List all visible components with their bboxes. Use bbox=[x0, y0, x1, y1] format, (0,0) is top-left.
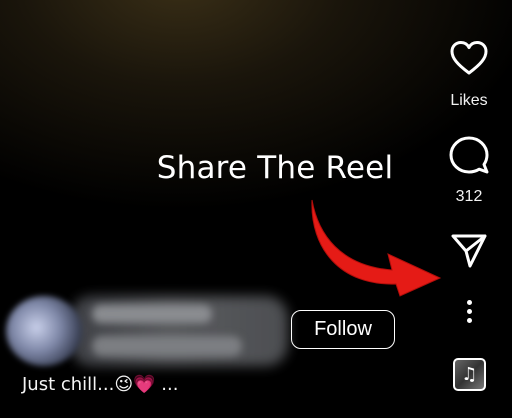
comment-icon bbox=[449, 136, 489, 174]
send-icon bbox=[451, 234, 487, 268]
username-blurred[interactable] bbox=[92, 305, 212, 323]
music-note-icon: ♫ bbox=[461, 364, 478, 385]
music-track-thumbnail[interactable]: ♫ bbox=[453, 358, 486, 391]
heart-icon bbox=[450, 41, 488, 75]
comment-button[interactable] bbox=[448, 134, 490, 176]
like-button[interactable] bbox=[448, 38, 490, 78]
likes-label: Likes bbox=[450, 92, 488, 109]
more-vertical-icon bbox=[466, 300, 472, 305]
user-subtitle-blurred bbox=[92, 336, 242, 356]
more-options-button[interactable] bbox=[465, 300, 473, 326]
annotation-text: Share The Reel bbox=[156, 150, 394, 186]
follow-button[interactable]: Follow bbox=[291, 310, 395, 349]
avatar[interactable] bbox=[6, 296, 82, 366]
share-button[interactable] bbox=[450, 232, 488, 270]
post-caption[interactable]: Just chill...😉💗 ... bbox=[22, 374, 178, 395]
annotation-arrow bbox=[311, 199, 442, 297]
reel-screen: Likes 312 ♫ Share The Reel Follow Just c… bbox=[0, 0, 512, 418]
